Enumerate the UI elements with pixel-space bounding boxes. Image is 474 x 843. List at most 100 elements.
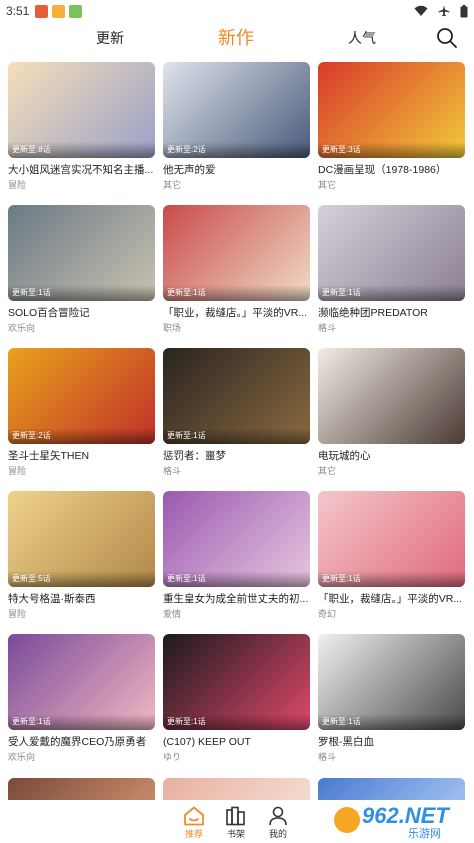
comic-card[interactable]: 更新至:1话 SOLO百合冒险记欢乐向 — [8, 205, 155, 348]
comic-genre: 格斗 — [163, 466, 182, 476]
comic-title[interactable]: 他无声的爱 — [163, 163, 310, 177]
comic-cover[interactable]: 更新至:5话 — [8, 491, 155, 587]
comic-card[interactable] — [8, 778, 155, 802]
comic-cover-image[interactable] — [163, 778, 310, 802]
comic-title[interactable]: SOLO百合冒险记 — [8, 306, 155, 320]
nav-profile-label: 我的 — [268, 829, 287, 839]
update-badge: 更新至:2话 — [163, 142, 310, 158]
update-badge: 更新至:1话 — [8, 285, 155, 301]
comic-title[interactable]: 惩罚者：噩梦 — [163, 449, 310, 463]
comic-cover-image[interactable] — [8, 778, 155, 802]
update-badge: 更新至:1话 — [8, 714, 155, 730]
comic-card[interactable]: 更新至:1话罗根-黑白血格斗 — [318, 634, 465, 777]
comic-card[interactable]: 更新至:2话 圣斗士星矢THEN 冒险 — [8, 348, 155, 491]
comic-card[interactable]: 更新至:1话 (C107) KEEP OUT ゆり — [163, 634, 310, 777]
comic-cover[interactable]: 更新至:1话 — [163, 491, 310, 587]
comic-card[interactable]: 更新至:1话 重生皇女为成全前世丈夫的初... 爱情 — [163, 491, 310, 634]
comic-cover[interactable]: 更新至:2话 — [163, 62, 310, 158]
home-icon — [184, 806, 204, 826]
comic-cover[interactable]: 更新至:1话 — [163, 634, 310, 730]
comic-genre: 欢乐向 — [8, 752, 36, 762]
comic-title[interactable]: 大小姐风迷宫实况不知名主播... — [8, 163, 155, 177]
comic-cover[interactable]: 更新至:1话 — [163, 348, 310, 444]
comic-genre: 爱情 — [163, 609, 182, 619]
comic-title[interactable]: 濒临绝种团PREDATOR — [318, 306, 465, 320]
comic-cover[interactable]: 更新至:3话 — [318, 62, 465, 158]
nav-profile[interactable]: 我的 — [258, 806, 298, 840]
comic-card[interactable]: 电玩城的心 其它 — [318, 348, 465, 491]
comic-genre: 其它 — [318, 180, 337, 190]
nav-bookshelf-label: 书架 — [226, 829, 245, 839]
comic-card[interactable]: 更新至:1话 受人爱戴的魔界CEO乃原勇者欢乐向 — [8, 634, 155, 777]
comic-genre: 职场 — [163, 323, 182, 333]
tab-update[interactable]: 更新 — [96, 22, 124, 54]
comic-genre: 冒险 — [8, 609, 27, 619]
battery-icon — [460, 4, 468, 17]
comic-title[interactable]: (C107) KEEP OUT — [163, 735, 310, 749]
comic-title[interactable]: 「职业，裁缝店。」平淡的VR... — [163, 306, 310, 320]
comic-genre: 格斗 — [318, 323, 337, 333]
comic-genre: 奇幻 — [318, 609, 337, 619]
wifi-icon — [414, 5, 428, 16]
comic-title[interactable]: 圣斗士星矢THEN — [8, 449, 155, 463]
comic-cover[interactable]: 更新至:1话 — [8, 205, 155, 301]
nav-bookshelf[interactable]: 书架 — [216, 806, 256, 840]
comic-genre: 其它 — [163, 180, 182, 190]
comic-cover[interactable]: 更新至:1话 — [318, 205, 465, 301]
comic-card[interactable]: 更新至:1话 「职业，裁缝店。」平淡的VR... 奇幻 — [318, 491, 465, 634]
tab-popular[interactable]: 人气 — [348, 22, 376, 54]
comic-card[interactable]: 更新至:8话大小姐风迷宫实况不知名主播... 冒险 — [8, 62, 155, 205]
comic-genre: ゆり — [163, 752, 182, 762]
status-bar: 3:51 — [0, 0, 474, 22]
comic-title[interactable]: 电玩城的心 — [318, 449, 465, 463]
comic-title[interactable]: 罗根-黑白血 — [318, 735, 465, 749]
airplane-icon — [438, 5, 450, 17]
comic-genre: 其它 — [318, 466, 337, 476]
comic-card[interactable]: 更新至:3话 DC漫画呈现（1978-1986） 其它 — [318, 62, 465, 205]
bottom-nav: 推荐 书架 我的 962.NET 乐游网 — [0, 800, 474, 843]
comic-title[interactable]: 特大号格温·斯泰西 — [8, 592, 155, 606]
search-icon[interactable] — [436, 27, 458, 49]
comic-card[interactable]: 更新至:1话 惩罚者：噩梦格斗 — [163, 348, 310, 491]
comic-card[interactable]: 更新至:1话濒临绝种团PREDATOR 格斗 — [318, 205, 465, 348]
comic-cover-image[interactable] — [318, 778, 465, 802]
comic-card[interactable]: 更新至:1话 「职业，裁缝店。」平淡的VR... 职场 — [163, 205, 310, 348]
notification-app-icon — [35, 4, 49, 18]
nav-recommend-label: 推荐 — [184, 829, 203, 839]
nav-recommend[interactable]: 推荐 — [174, 806, 214, 840]
update-badge: 更新至:2话 — [8, 428, 155, 444]
comic-cover-image — [318, 348, 465, 444]
comic-genre: 冒险 — [8, 180, 27, 190]
comic-cover[interactable]: 更新至:1话 — [163, 205, 310, 301]
comic-cover[interactable]: 更新至:2话 — [8, 348, 155, 444]
comic-card[interactable]: 更新至:5话 特大号格温·斯泰西冒险 — [8, 491, 155, 634]
comic-title[interactable]: 「职业，裁缝店。」平淡的VR... — [318, 592, 465, 606]
status-time: 3:51 — [6, 4, 30, 18]
update-badge: 更新至:1话 — [163, 571, 310, 587]
comic-genre: 格斗 — [318, 752, 337, 762]
comic-title[interactable]: 受人爱戴的魔界CEO乃原勇者 — [8, 735, 155, 749]
notification-app-icon — [69, 4, 83, 18]
comic-card[interactable] — [318, 778, 465, 802]
comic-cover[interactable]: 更新至:1话 — [318, 491, 465, 587]
comic-title[interactable]: 重生皇女为成全前世丈夫的初... — [163, 592, 310, 606]
comic-card[interactable]: 更新至:2话 他无声的爱其它 — [163, 62, 310, 205]
comic-grid-partial-row — [8, 778, 468, 802]
update-badge: 更新至:3话 — [318, 142, 465, 158]
tab-new[interactable]: 新作 — [218, 22, 254, 54]
comic-genre: 欢乐向 — [8, 323, 36, 333]
comic-cover[interactable]: 更新至:1话 — [318, 634, 465, 730]
bookshelf-icon — [226, 806, 245, 826]
update-badge: 更新至:5话 — [8, 571, 155, 587]
comic-title[interactable]: DC漫画呈现（1978-1986） — [318, 163, 465, 177]
comic-grid: 更新至:8话 大小姐风迷宫实况不知名主播... 冒险 更新至:2话 他无声的爱 其它 更新至… — [8, 62, 468, 777]
update-badge: 更新至:1话 — [318, 571, 465, 587]
comic-cover[interactable]: 更新至:8话 — [8, 62, 155, 158]
comic-card[interactable] — [163, 778, 310, 802]
watermark-sub: 乐游网 — [408, 828, 441, 840]
status-app-icons — [35, 4, 83, 18]
update-badge: 更新至:1话 — [163, 285, 310, 301]
update-badge: 更新至:1话 — [163, 428, 310, 444]
comic-cover[interactable]: 更新至:1话 — [8, 634, 155, 730]
comic-cover[interactable] — [318, 348, 465, 444]
